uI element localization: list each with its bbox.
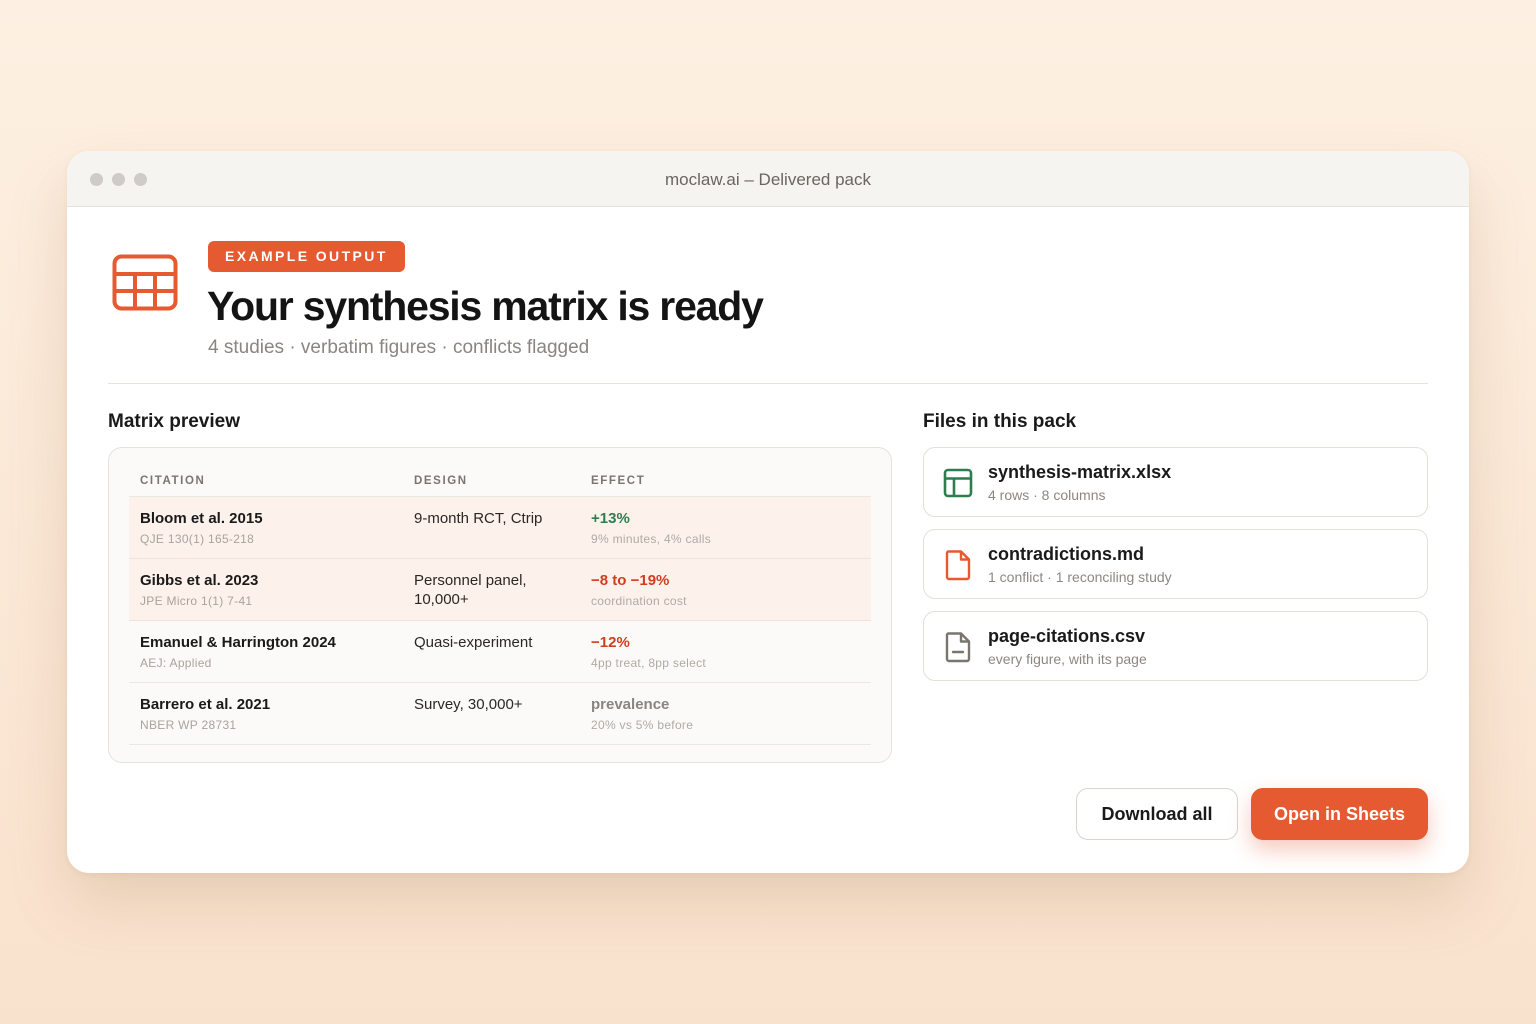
design-cell: Survey, 30,000+ [414,696,523,713]
table-row: Barrero et al. 2021 NBER WP 28731 Survey… [129,683,871,745]
column-header-citation: CITATION [140,475,206,487]
open-in-sheets-button[interactable]: Open in Sheets [1251,788,1428,840]
example-output-badge: EXAMPLE OUTPUT [208,241,405,272]
effect-cell: prevalence [591,696,670,713]
file-name: contradictions.md [988,544,1145,564]
file-meta: 1 conflict · 1 reconciling study [988,569,1172,585]
window-title: moclaw.ai – Delivered pack [665,170,871,189]
files-heading: Files in this pack [923,411,1077,432]
effect-note-cell: 9% minutes, 4% calls [591,532,712,546]
file-name: synthesis-matrix.xlsx [988,462,1172,482]
design-cell: 9-month RCT, Ctrip [414,510,543,527]
column-header-effect: EFFECT [591,475,646,487]
table-icon [112,254,178,311]
header-divider [108,383,1428,384]
page-subtitle: 4 studies · verbatim figures · conflicts… [208,337,590,358]
matrix-preview-table: CITATION DESIGN EFFECT Bloom et al. 2015… [108,447,892,763]
effect-note-cell: coordination cost [591,594,687,608]
effect-note-cell: 4pp treat, 8pp select [591,656,707,670]
page-title: Your synthesis matrix is ready [207,283,764,329]
table-row: Emanuel & Harrington 2024 AEJ: Applied Q… [129,621,871,683]
citation-cell: Gibbs et al. 2023 [140,572,259,589]
source-cell: JPE Micro 1(1) 7-41 [140,594,253,608]
file-meta: every figure, with its page [988,651,1147,667]
source-cell: NBER WP 28731 [140,718,237,732]
table-row: Gibbs et al. 2023 JPE Micro 1(1) 7-41 Pe… [129,559,871,621]
title-bar: moclaw.ai – Delivered pack [67,151,1469,207]
document-icon [945,550,971,581]
effect-cell: −8 to −19% [591,572,670,589]
matrix-preview-heading: Matrix preview [108,411,240,432]
citation-cell: Barrero et al. 2021 [140,696,271,713]
table-header: CITATION DESIGN EFFECT [129,473,871,497]
column-header-design: DESIGN [414,475,468,487]
file-item-synthesis-matrix[interactable]: synthesis-matrix.xlsx 4 rows · 8 columns [923,447,1428,517]
csv-file-icon [945,632,971,663]
app-window: moclaw.ai – Delivered pack EXAMPLE OUTPU… [67,151,1469,873]
file-meta: 4 rows · 8 columns [988,487,1106,503]
source-cell: AEJ: Applied [140,656,212,670]
effect-cell: +13% [591,510,630,527]
file-name: page-citations.csv [988,626,1146,646]
effect-cell: −12% [591,634,630,651]
spreadsheet-icon [943,468,973,498]
citation-cell: Bloom et al. 2015 [140,510,263,527]
effect-note-cell: 20% vs 5% before [591,718,694,732]
file-item-contradictions[interactable]: contradictions.md 1 conflict · 1 reconci… [923,529,1428,599]
table-row: Bloom et al. 2015 QJE 130(1) 165-218 9-m… [129,497,871,559]
design-cell: Personnel panel, 10,000+ [414,572,527,608]
download-all-button[interactable]: Download all [1076,788,1238,840]
citation-cell: Emanuel & Harrington 2024 [140,634,336,651]
source-cell: QJE 130(1) 165-218 [140,532,255,546]
design-cell: Quasi-experiment [414,634,533,651]
file-item-page-citations[interactable]: page-citations.csv every figure, with it… [923,611,1428,681]
